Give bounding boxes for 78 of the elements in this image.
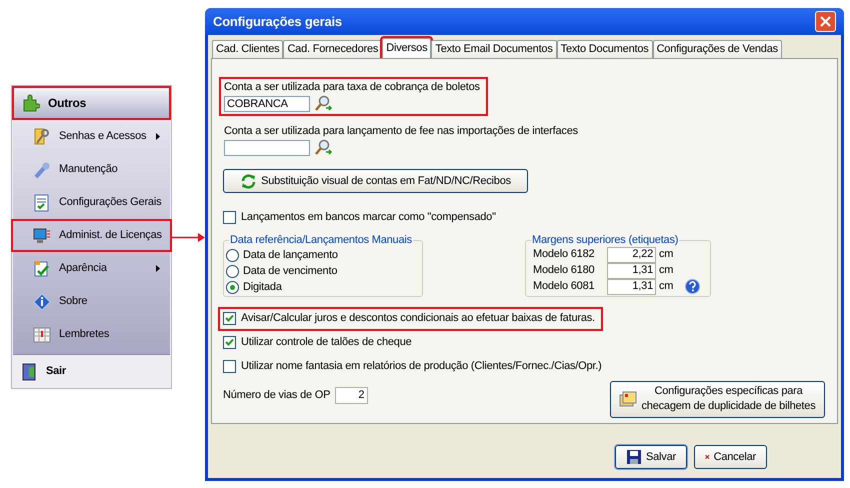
- radio-label: Digitada: [243, 280, 282, 296]
- puzzle-icon: [22, 94, 40, 112]
- checkbox-label: Lançamentos em bancos marcar como "compensado": [241, 210, 496, 225]
- button-label: Configurações específicas para: [654, 384, 803, 399]
- menu-item-label: Administ. de Licenças: [59, 228, 162, 244]
- radio-button[interactable]: [226, 249, 239, 262]
- info-icon: [33, 292, 51, 310]
- margin-field[interactable]: 1,31: [607, 278, 656, 294]
- checkbox[interactable]: [223, 336, 236, 349]
- menu-header[interactable]: Outros: [12, 86, 171, 120]
- checkbox[interactable]: [223, 312, 236, 325]
- menu-item[interactable]: Manutenção: [13, 153, 170, 186]
- checklist-icon: [33, 194, 51, 212]
- margin-field[interactable]: 2,22: [607, 246, 656, 262]
- checkbox[interactable]: [223, 360, 236, 373]
- menu-item[interactable]: Aparência: [13, 252, 170, 285]
- menu-footer-label: Sair: [46, 364, 66, 380]
- search-icon[interactable]: [314, 95, 332, 113]
- document-check-icon: [33, 260, 51, 278]
- radio-button[interactable]: [226, 281, 239, 294]
- dialog-button[interactable]: Salvar: [615, 445, 687, 469]
- dialog-button[interactable]: Cancelar: [694, 445, 767, 469]
- menu-item[interactable]: Senhas e Acessos: [13, 120, 170, 153]
- menu-item-label: Manutenção: [59, 162, 119, 178]
- tab[interactable]: Cad. Clientes: [212, 40, 284, 58]
- monitor-icon: [33, 226, 51, 244]
- key-icon: [33, 128, 51, 146]
- wrench-icon: [33, 160, 51, 178]
- calendar-icon: [33, 326, 51, 344]
- margin-label: Modelo 6180: [533, 263, 596, 278]
- checkbox-label: Avisar/Calcular juros e descontos condicionais ao efetuar baixas de faturas.: [241, 311, 595, 326]
- menu-item-label: Configurações Gerais: [59, 195, 162, 210]
- window-title: Configurações gerais: [213, 12, 342, 31]
- account-field[interactable]: COBRANCA: [224, 96, 310, 112]
- arrow: [172, 232, 205, 243]
- radio-button[interactable]: [226, 265, 239, 278]
- checkbox[interactable]: [223, 210, 236, 224]
- checkbox-label: Utilizar controle de talões de cheque: [241, 335, 412, 350]
- group-title: Data referência/Lançamentos Manuais: [229, 232, 413, 246]
- unit-label: cm: [659, 247, 674, 262]
- menu-item[interactable]: Administ. de Licenças: [11, 219, 172, 252]
- menu-item[interactable]: Configurações Gerais: [13, 186, 170, 219]
- group-title: Margens superiores (etiquetas): [531, 232, 680, 246]
- radio-label: Data de lançamento: [243, 248, 338, 264]
- menu-header-label: Outros: [48, 95, 86, 112]
- unit-label: cm: [659, 279, 674, 294]
- menu-item-label: Lembretes: [59, 327, 110, 342]
- radio-label: Data de vencimento: [243, 264, 338, 280]
- close-button[interactable]: [815, 11, 836, 32]
- windows-icon: [619, 391, 637, 407]
- account-field[interactable]: [224, 140, 310, 156]
- menu-item-label: Sobre: [59, 294, 88, 310]
- unit-label: cm: [659, 263, 674, 278]
- tab[interactable]: Diversos: [382, 38, 432, 58]
- exit-door-icon: [20, 362, 38, 380]
- margin-field[interactable]: 1,31: [607, 262, 656, 278]
- copies-label: Número de vias de OP: [223, 388, 330, 403]
- replace-accounts-button[interactable]: Substituição visual de contas em Fat/ND/NC/Recibos: [223, 169, 528, 193]
- margin-label: Modelo 6182: [533, 247, 596, 262]
- help-icon[interactable]: [685, 278, 700, 294]
- close-icon: [820, 16, 831, 27]
- menu-item-label: Senhas e Acessos: [59, 129, 148, 144]
- menu-item-label: Aparência: [59, 261, 108, 276]
- refresh-icon: [240, 172, 258, 190]
- duplicate-check-settings-button[interactable]: Configurações específicas para checagem de duplicidade de bilhetes: [610, 380, 825, 418]
- checkbox-label: Utilizar nome fantasia em relatórios de produção (Clientes/Fornec./Cias/Opr.): [241, 359, 602, 374]
- menu-item[interactable]: Lembretes: [13, 318, 170, 351]
- button-label: checagem de duplicidade de bilhetes: [641, 399, 816, 414]
- tab[interactable]: Texto Documentos: [556, 40, 653, 58]
- tab[interactable]: Configurações de Vendas: [652, 40, 782, 58]
- tab[interactable]: Texto Email Documentos: [431, 40, 557, 58]
- search-icon[interactable]: [314, 139, 332, 157]
- tab[interactable]: Cad. Fornecedores: [283, 40, 382, 58]
- margin-label: Modelo 6081: [533, 279, 596, 294]
- field-label: Conta a ser utilizada para lançamento de fee nas importações de interfaces: [224, 124, 578, 138]
- field-label: Conta a ser utilizada para taxa de cobrança de boletos: [224, 80, 480, 94]
- menu-item[interactable]: Sobre: [13, 285, 170, 318]
- copies-field[interactable]: 2: [335, 386, 368, 404]
